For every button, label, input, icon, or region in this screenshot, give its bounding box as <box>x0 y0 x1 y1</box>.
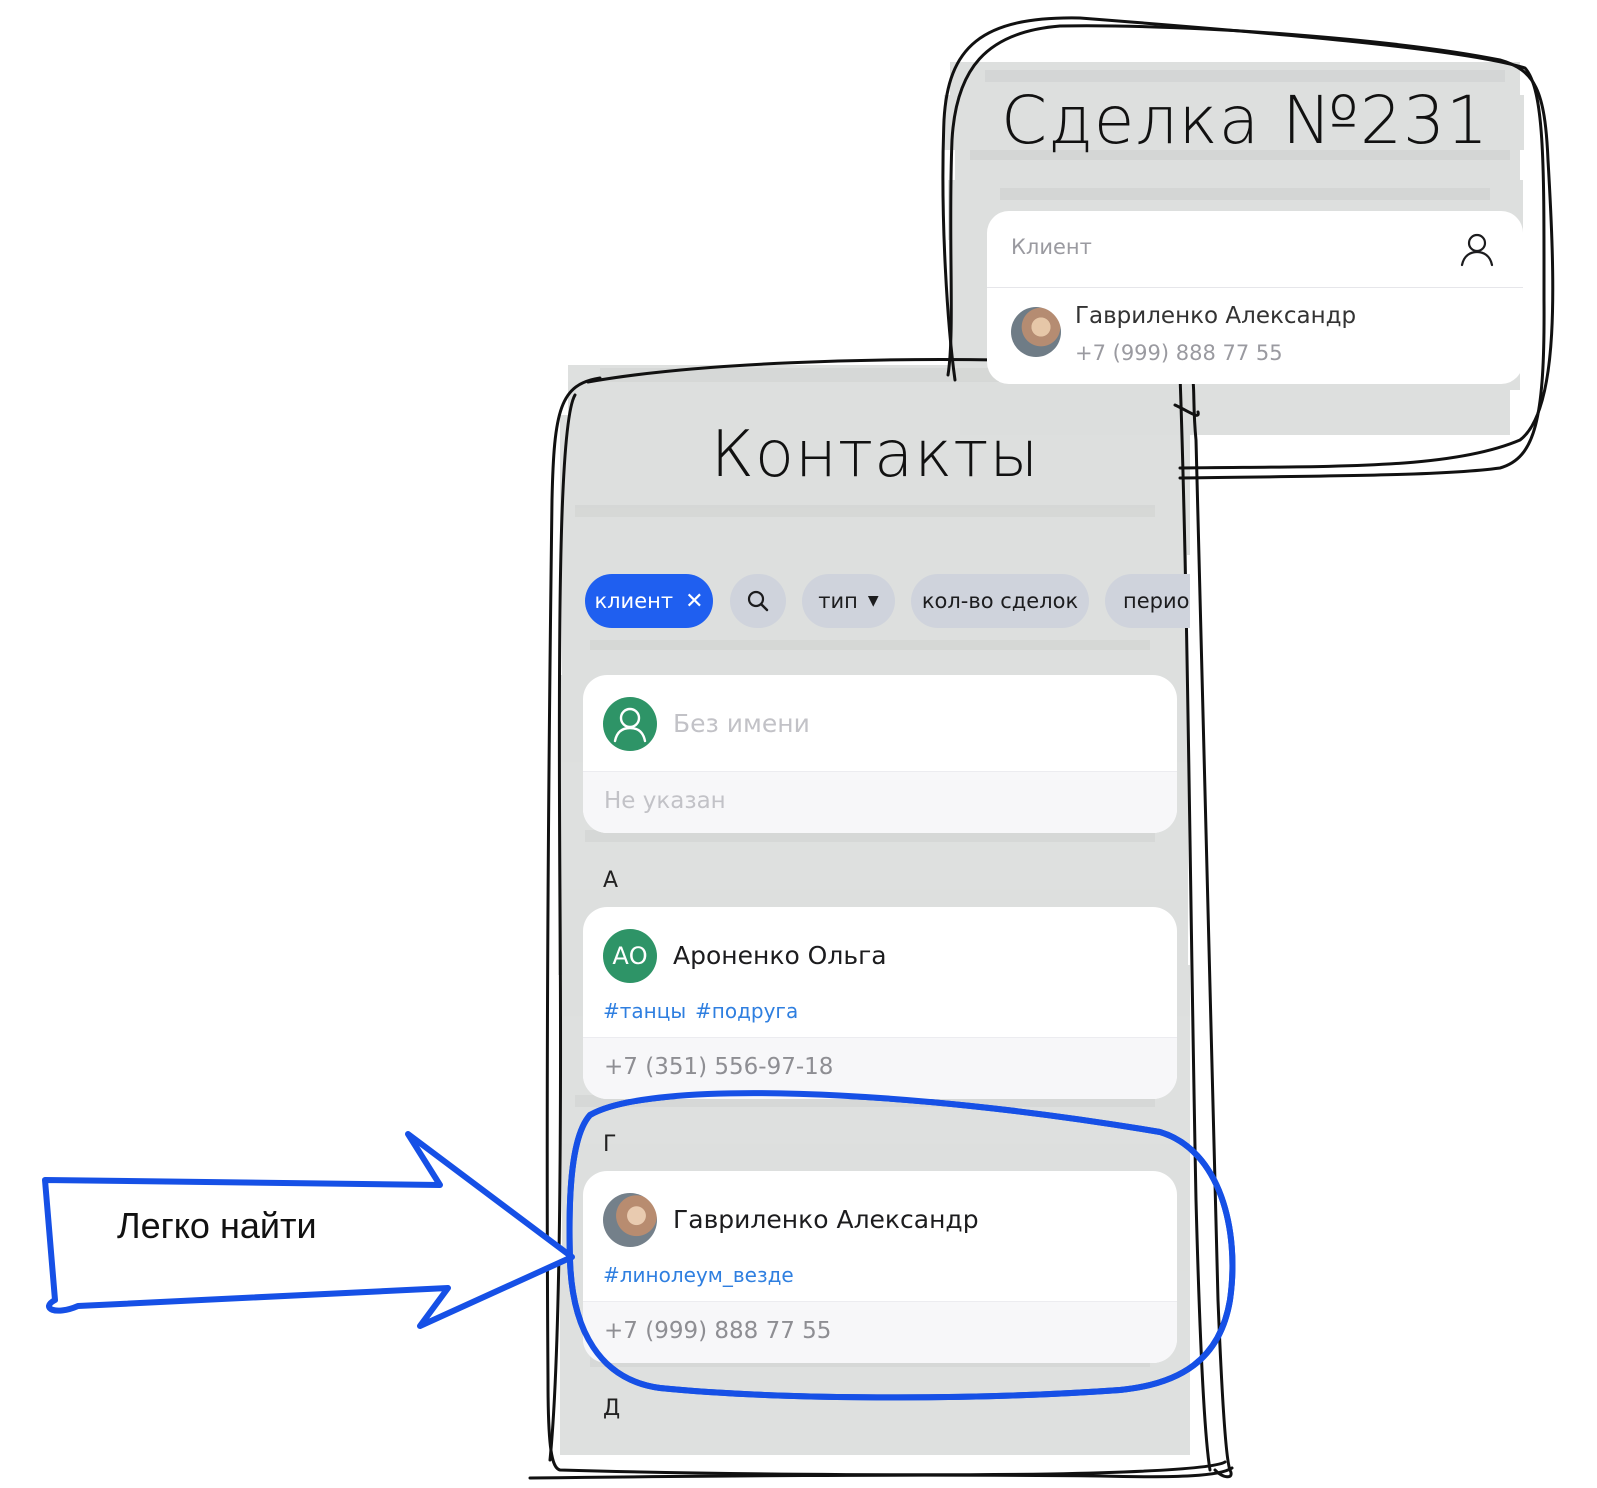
person-icon <box>1460 233 1494 267</box>
close-icon[interactable]: ✕ <box>685 589 703 614</box>
contacts-title: Контакты <box>710 418 1040 492</box>
callout-text: Легко найти <box>117 1205 317 1246</box>
tag[interactable]: #подруга <box>695 999 798 1023</box>
contact-name: Ароненко Ольга <box>673 941 887 970</box>
client-phone: +7 (999) 888 77 55 <box>1075 341 1283 365</box>
filter-chip-type[interactable]: тип ▼ <box>802 574 895 628</box>
contact-card[interactable]: АО Ароненко Ольга #танцы #подруга +7 (35… <box>583 907 1177 1099</box>
filter-chip-deals-count[interactable]: кол-во сделок <box>911 574 1089 628</box>
search-button[interactable] <box>730 574 786 628</box>
contact-phone-row: +7 (999) 888 77 55 <box>583 1301 1177 1363</box>
section-letter: Г <box>603 1132 617 1157</box>
search-icon <box>747 590 769 612</box>
deal-client-card: Клиент Гавриленко Александр +7 (999) 888… <box>987 211 1523 384</box>
filter-chip-label: клиент <box>594 589 674 613</box>
contact-name: Гавриленко Александр <box>673 1205 979 1234</box>
section-letter: Д <box>603 1396 621 1421</box>
deal-title: Сделка №231 <box>1000 82 1490 159</box>
contact-phone: +7 (999) 888 77 55 <box>604 1318 832 1344</box>
select-client-button[interactable] <box>1457 229 1497 269</box>
person-icon <box>613 707 647 743</box>
divider <box>987 287 1523 288</box>
filter-chip-label: перио <box>1123 589 1190 613</box>
filter-chips: клиент ✕ тип ▼ кол-во сделок перио <box>585 574 1190 628</box>
contact-card-highlighted[interactable]: Гавриленко Александр #линолеум_везде +7 … <box>583 1171 1177 1363</box>
avatar: АО <box>603 929 657 983</box>
contact-phone-row: Не указан <box>583 771 1177 833</box>
avatar <box>603 1193 657 1247</box>
filter-chip-label: тип <box>818 589 858 613</box>
client-label: Клиент <box>1011 235 1092 259</box>
client-name[interactable]: Гавриленко Александр <box>1075 303 1356 329</box>
tag[interactable]: #линолеум_везде <box>603 1263 794 1287</box>
contact-phone: +7 (351) 556-97-18 <box>604 1054 834 1080</box>
contact-card-unnamed[interactable]: Без имени Не указан <box>583 675 1177 833</box>
contact-name: Без имени <box>673 709 810 738</box>
filter-chip-client[interactable]: клиент ✕ <box>585 574 713 628</box>
caret-down-icon: ▼ <box>867 593 879 609</box>
filter-chip-label: кол-во сделок <box>921 589 1079 613</box>
contact-phone: Не указан <box>604 788 726 814</box>
tag[interactable]: #танцы <box>603 999 686 1023</box>
client-avatar <box>1011 307 1061 357</box>
contact-phone-row: +7 (351) 556-97-18 <box>583 1037 1177 1099</box>
section-letter: А <box>603 868 619 893</box>
filter-chip-period[interactable]: перио <box>1105 574 1190 628</box>
avatar <box>603 697 657 751</box>
